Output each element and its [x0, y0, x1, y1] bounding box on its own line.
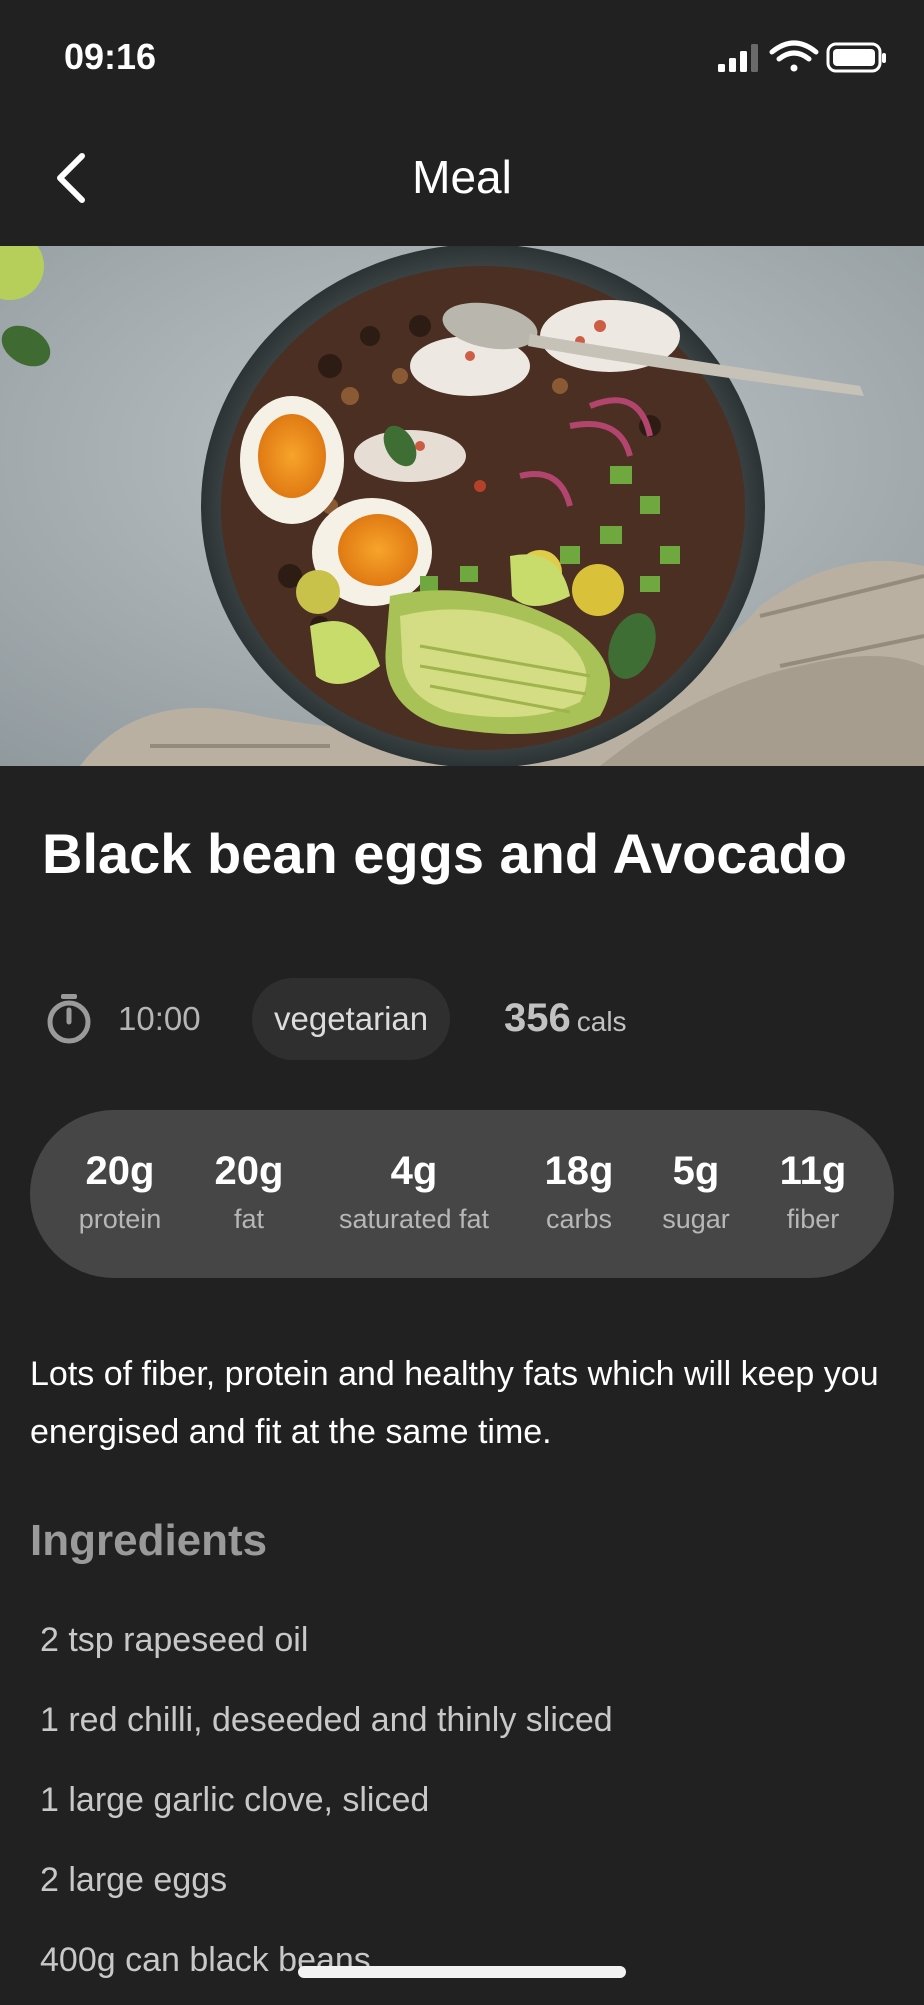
nutrition-label: fiber [786, 1204, 840, 1234]
stopwatch-icon [47, 994, 91, 1044]
meal-hero-image [0, 246, 924, 766]
calories-unit: cals [576, 1006, 627, 1037]
ingredient-item: 1 large garlic clove, sliced [40, 1781, 430, 1819]
nutrition-panel: 20g protein 20g fat 4g saturated fat 18g… [30, 1110, 894, 1278]
ingredient-item: 2 large eggs [40, 1861, 228, 1899]
nutrition-value: 20g [214, 1149, 284, 1193]
battery-icon [826, 42, 886, 73]
nutrition-item-saturated-fat: 4g saturated fat [334, 1148, 494, 1235]
status-bar: 09:16 [0, 0, 924, 110]
nutrition-label: fat [233, 1204, 265, 1234]
nutrition-item-fiber: 11g fiber [733, 1148, 893, 1235]
nutrition-value: 11g [779, 1149, 847, 1193]
food-bowl-illustration [0, 246, 924, 766]
status-icons [718, 40, 886, 73]
home-indicator[interactable] [298, 1966, 626, 1978]
ingredients-list: 2 tsp rapeseed oil 1 red chilli, deseede… [40, 1605, 613, 2005]
nutrition-value: 4g [390, 1149, 438, 1193]
calories: 356 cals [504, 996, 627, 1041]
calories-value: 356 [504, 996, 571, 1040]
ingredient-item: 400g can black beans [40, 1941, 371, 1979]
page-title: Meal [412, 151, 512, 203]
meal-meta-row: 10:00 vegetarian 356 cals [42, 978, 902, 1060]
nav-bar: Meal [0, 110, 924, 246]
nutrition-item-fat: 20g fat [169, 1148, 329, 1235]
ingredient-item: 2 tsp rapeseed oil [40, 1621, 309, 1659]
diet-tag-chip[interactable]: vegetarian [252, 978, 451, 1060]
ingredients-heading: Ingredients [30, 1516, 268, 1565]
status-time: 09:16 [64, 36, 157, 77]
cellular-signal-icon [718, 44, 758, 72]
prep-time: 10:00 [118, 1000, 201, 1037]
nutrition-label: saturated fat [338, 1204, 490, 1234]
ingredient-item: 1 red chilli, deseeded and thinly sliced [40, 1701, 613, 1739]
wifi-icon [769, 40, 819, 72]
meal-title: Black bean eggs and Avocado [42, 822, 847, 885]
meal-description: Lots of fiber, protein and healthy fats … [30, 1355, 879, 1451]
